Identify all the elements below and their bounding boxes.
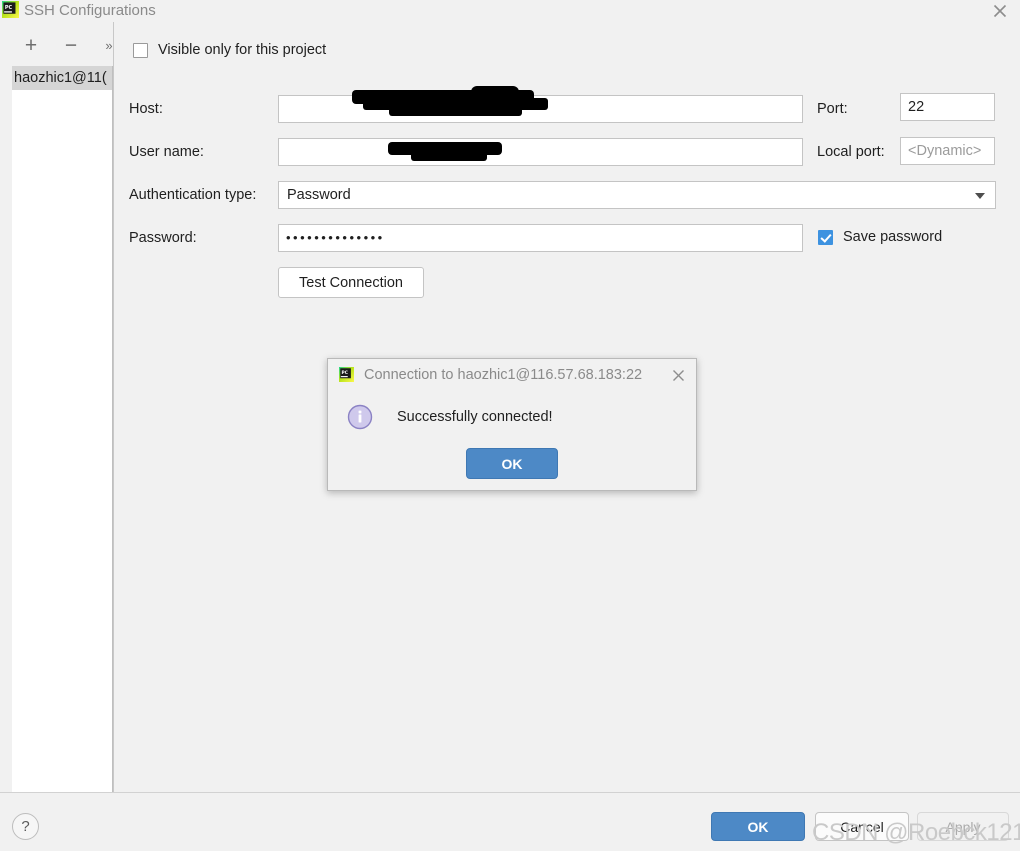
dialog-title: Connection to haozhic1@116.57.68.183:22 — [364, 367, 643, 383]
dialog-titlebar: PC Connection to haozhic1@116.57.68.183:… — [328, 359, 696, 391]
close-icon[interactable] — [986, 0, 1014, 22]
port-label: Port: — [817, 101, 848, 117]
dialog-footer: ? OK Cancel Apply — [0, 792, 1020, 851]
visible-only-checkbox[interactable] — [133, 42, 148, 58]
save-password-checkbox-row[interactable]: Save password — [818, 229, 942, 245]
list-item[interactable]: haozhic1@11( — [12, 66, 112, 90]
svg-text:PC: PC — [5, 5, 13, 11]
auth-type-dropdown[interactable]: Password — [278, 181, 996, 209]
svg-text:PC: PC — [342, 370, 348, 376]
remove-configuration-button[interactable]: − — [58, 32, 84, 58]
dialog-message: Successfully connected! — [397, 409, 553, 425]
ok-button[interactable]: OK — [711, 812, 805, 841]
window-title: SSH Configurations — [24, 2, 156, 19]
dialog-ok-button[interactable]: OK — [466, 448, 558, 479]
add-configuration-button[interactable]: + — [18, 32, 44, 58]
help-button[interactable]: ? — [12, 813, 39, 840]
chevron-down-icon — [975, 193, 985, 199]
connection-result-dialog: PC Connection to haozhic1@116.57.68.183:… — [327, 358, 697, 491]
cancel-button[interactable]: Cancel — [815, 812, 909, 841]
redaction-mark — [389, 107, 522, 116]
password-input[interactable]: •••••••••••••• — [278, 224, 803, 252]
local-port-label: Local port: — [817, 144, 885, 160]
save-password-checkbox[interactable] — [818, 229, 833, 245]
configurations-sidebar: + − » haozhic1@11( — [0, 22, 114, 803]
host-label: Host: — [129, 101, 163, 117]
visible-only-checkbox-row[interactable]: Visible only for this project — [133, 42, 326, 58]
pycharm-icon: PC — [339, 367, 354, 382]
username-label: User name: — [129, 144, 204, 160]
redaction-mark — [471, 86, 519, 102]
window-titlebar: PC SSH Configurations — [0, 0, 1020, 22]
username-input[interactable] — [278, 138, 803, 166]
visible-only-label: Visible only for this project — [158, 42, 327, 58]
save-password-label: Save password — [843, 229, 943, 245]
close-icon[interactable] — [668, 365, 688, 385]
auth-type-label: Authentication type: — [129, 187, 257, 203]
pycharm-icon: PC — [2, 1, 19, 18]
redaction-mark — [411, 151, 487, 161]
auth-type-value: Password — [287, 187, 351, 203]
info-icon — [346, 403, 374, 431]
configurations-list: haozhic1@11( — [12, 66, 113, 791]
sidebar-toolbar: + − » — [0, 32, 114, 60]
apply-button[interactable]: Apply — [917, 812, 1009, 841]
local-port-input[interactable]: <Dynamic> — [900, 137, 995, 165]
test-connection-button[interactable]: Test Connection — [278, 267, 424, 298]
port-input[interactable]: 22 — [900, 93, 995, 121]
password-label: Password: — [129, 230, 197, 246]
